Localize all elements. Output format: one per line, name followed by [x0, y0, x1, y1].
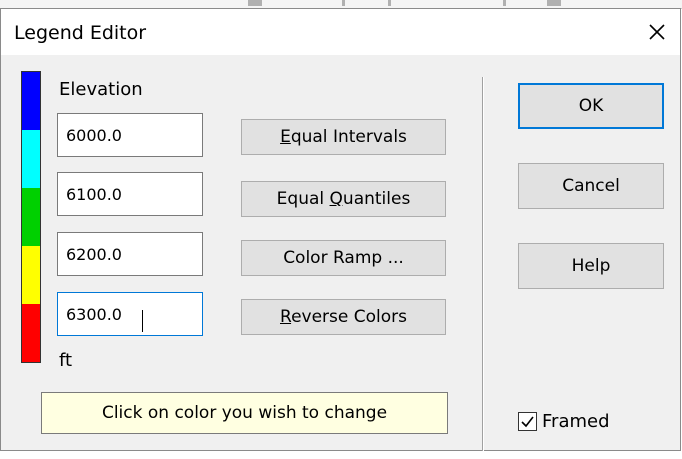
color-swatch-5[interactable] — [22, 304, 40, 362]
equal-intervals-label: Equal Intervals — [280, 127, 407, 147]
dialog-title: Legend Editor — [14, 22, 147, 44]
cancel-button[interactable]: Cancel — [518, 163, 664, 209]
text-caret — [142, 310, 143, 332]
hint-text: Click on color you wish to change — [101, 403, 388, 423]
color-ramp-label: Color Ramp ... — [283, 248, 404, 268]
checkmark-icon — [521, 416, 534, 428]
reverse-colors-label-post: everse Colors — [291, 307, 407, 327]
equal-quantiles-accelerator: Q — [329, 189, 343, 209]
cancel-label: Cancel — [562, 176, 620, 196]
background-mark — [342, 0, 345, 6]
color-swatch-2[interactable] — [22, 130, 40, 188]
ok-button[interactable]: OK — [518, 83, 664, 129]
equal-intervals-label-post: qual Intervals — [290, 127, 407, 147]
background-mark — [248, 0, 262, 6]
help-label: Help — [571, 256, 611, 276]
equal-quantiles-label-post: uantiles — [342, 189, 411, 209]
unit-label: ft — [59, 350, 73, 371]
equal-quantiles-label: Equal Quantiles — [277, 189, 411, 209]
legend-header-label: Elevation — [59, 79, 143, 100]
equal-intervals-accelerator: E — [280, 127, 291, 147]
background-mark — [547, 0, 561, 6]
close-icon — [649, 24, 665, 40]
framed-label[interactable]: Framed — [542, 411, 610, 432]
equal-intervals-button[interactable]: Equal Intervals — [241, 119, 446, 155]
color-swatch-1[interactable] — [22, 72, 40, 130]
break-value-4[interactable] — [57, 292, 203, 336]
ok-label: OK — [578, 96, 604, 116]
color-swatch-3[interactable] — [22, 188, 40, 246]
background-mark — [388, 0, 391, 6]
color-swatch-4[interactable] — [22, 246, 40, 304]
background-mark — [503, 0, 506, 6]
vertical-divider — [482, 77, 484, 451]
help-button[interactable]: Help — [518, 243, 664, 289]
reverse-colors-accelerator: R — [280, 307, 292, 327]
legend-editor-dialog: Legend Editor Elevation ft Equal Interva… — [0, 8, 681, 451]
hint-box: Click on color you wish to change — [41, 392, 448, 434]
break-value-1[interactable] — [57, 113, 203, 157]
break-value-2[interactable] — [57, 172, 203, 216]
reverse-colors-button[interactable]: Reverse Colors — [241, 299, 446, 335]
equal-quantiles-button[interactable]: Equal Quantiles — [241, 181, 446, 217]
equal-quantiles-label-pre: Equal — [276, 189, 330, 209]
close-button[interactable] — [642, 17, 672, 47]
framed-checkbox[interactable] — [518, 412, 537, 431]
title-bar: Legend Editor — [1, 9, 680, 55]
reverse-colors-label: Reverse Colors — [280, 307, 407, 327]
break-value-3[interactable] — [57, 232, 203, 276]
color-legend-bar — [21, 71, 41, 363]
color-ramp-button[interactable]: Color Ramp ... — [241, 240, 446, 276]
